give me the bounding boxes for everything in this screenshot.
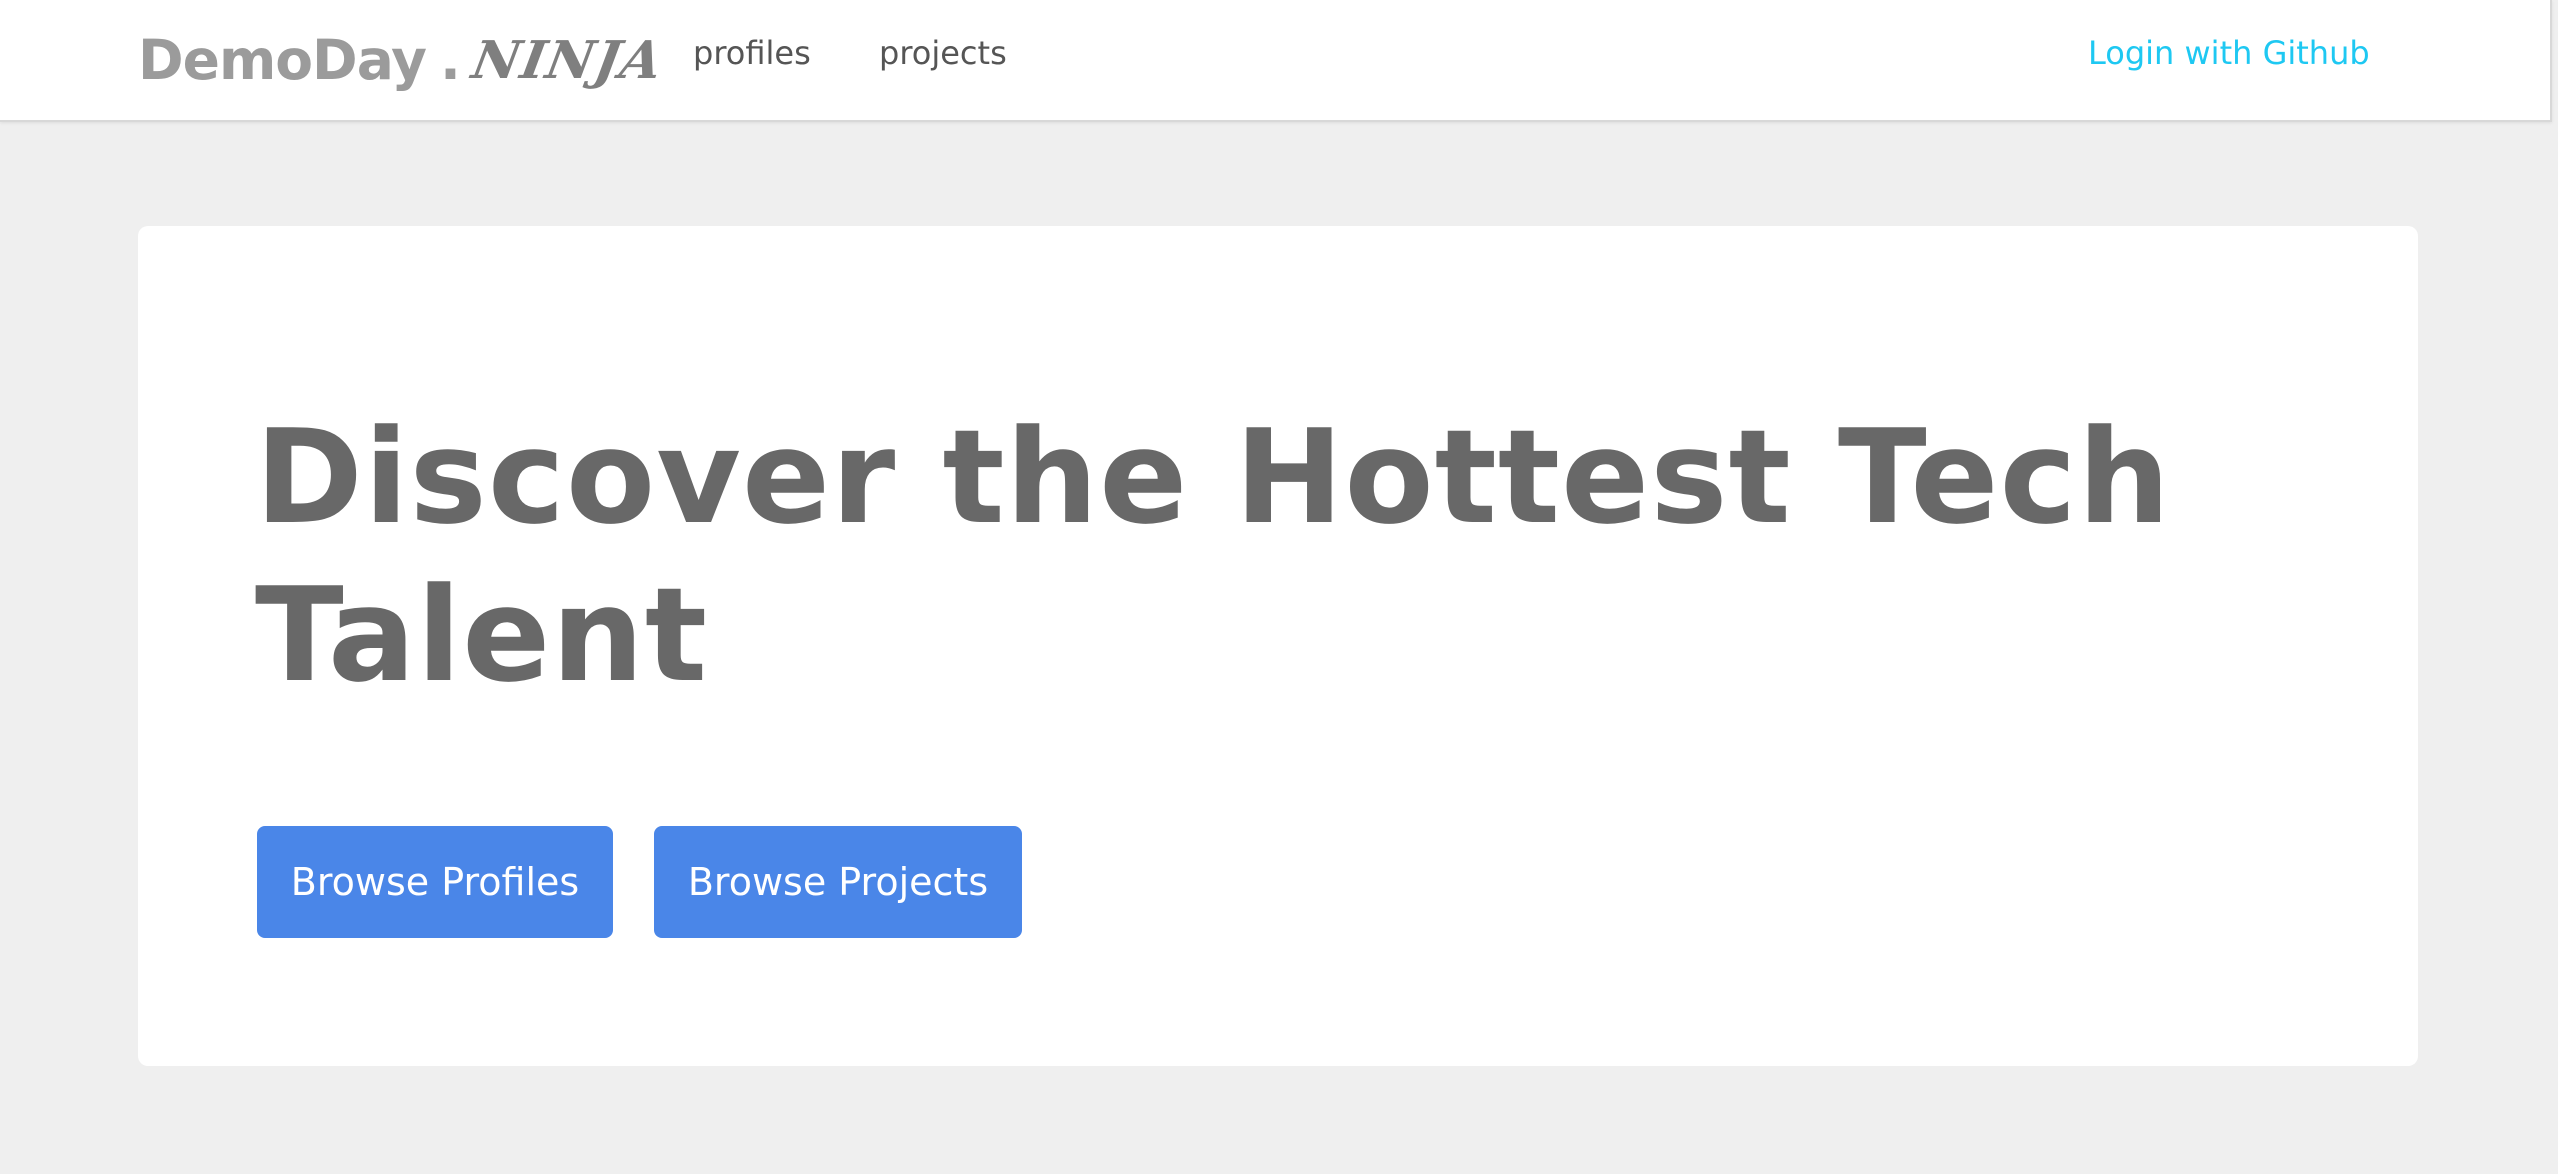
nav-link-projects[interactable]: projects	[879, 34, 1007, 72]
brand-dot: .	[439, 28, 461, 92]
browse-profiles-button[interactable]: Browse Profiles	[257, 826, 613, 938]
hero-title: Discover the Hottest Tech Talent	[255, 401, 2172, 711]
browse-projects-button[interactable]: Browse Projects	[654, 826, 1022, 938]
brand-suffix: NINJA	[467, 29, 668, 91]
nav-link-profiles[interactable]: profiles	[693, 34, 811, 72]
login-with-github-link[interactable]: Login with Github	[2088, 34, 2370, 72]
brand-name: DemoDay	[138, 28, 427, 92]
brand-logo[interactable]: DemoDay . NINJA	[138, 22, 668, 98]
hero-card: Discover the Hottest Tech Talent Browse …	[138, 226, 2418, 1066]
top-navbar: DemoDay . NINJA profiles projects Login …	[0, 0, 2552, 122]
